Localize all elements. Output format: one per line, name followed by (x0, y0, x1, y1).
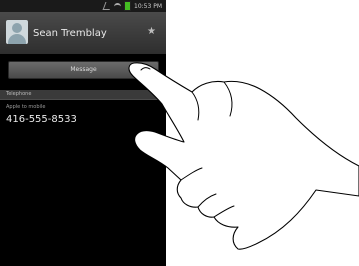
status-icons: 10:53 PM (102, 0, 162, 12)
avatar-head-shape (12, 23, 22, 33)
phone-type-label: Apple to mobile (6, 104, 46, 110)
status-time: 10:53 PM (134, 2, 162, 10)
favorite-star-icon[interactable]: ★ (147, 27, 156, 37)
contact-name: Sean Tremblay (33, 28, 107, 39)
hand-crease-3 (180, 167, 203, 181)
hand-crease-1 (191, 91, 200, 121)
hand-crease-4 (197, 193, 217, 208)
phone-section-header: Telephone (0, 90, 166, 100)
wifi-icon (114, 2, 121, 10)
message-button[interactable]: Message (8, 61, 159, 79)
avatar-body-shape (8, 34, 26, 44)
status-bar: 10:53 PM (0, 0, 166, 12)
hand-crease-5 (213, 205, 235, 218)
contact-header: Sean Tremblay ★ (0, 12, 166, 54)
signal-icon (102, 2, 113, 10)
battery-icon (124, 1, 131, 11)
hand-crease-2 (223, 81, 233, 117)
phone-screen: 10:53 PM Sean Tremblay ★ Message Telepho… (0, 0, 166, 266)
contact-avatar[interactable] (6, 20, 28, 44)
phone-section-label: Telephone (6, 91, 32, 97)
phone-number[interactable]: 416-555-8533 (6, 114, 77, 125)
